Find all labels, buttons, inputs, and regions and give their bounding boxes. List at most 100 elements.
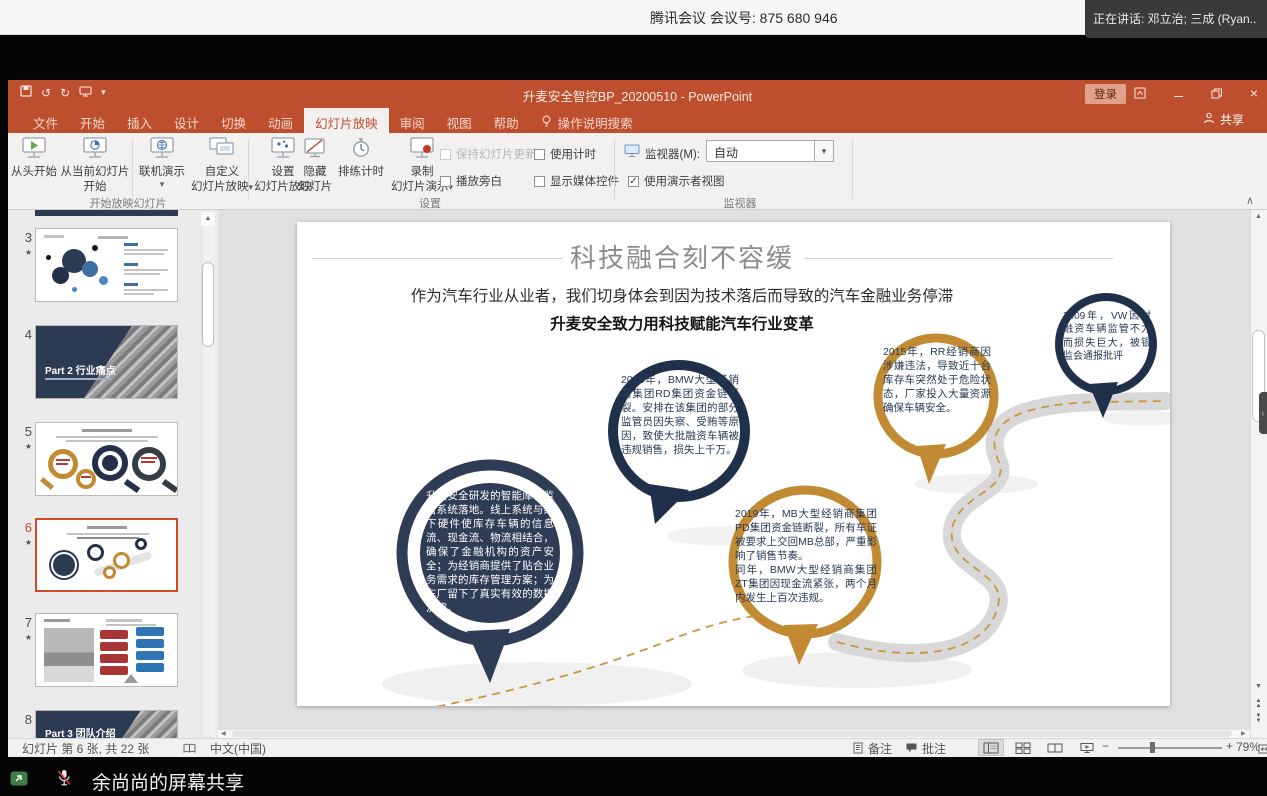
thumbnail-slide-3[interactable]: [35, 228, 178, 302]
slide-number: 6: [14, 520, 32, 535]
panel-scroll-up-icon[interactable]: ▲: [201, 212, 215, 226]
tab-animations[interactable]: 动画: [257, 108, 304, 136]
bubble-main-text: 升麦安全研发的智能库存监管系统落地。线上系统与线下硬件使库存车辆的信息流、现金流…: [426, 490, 554, 616]
checkbox-show-media-controls[interactable]: 显示媒体控件: [534, 173, 619, 189]
zoom-slider[interactable]: [1118, 747, 1222, 749]
notes-button[interactable]: 备注: [868, 740, 892, 757]
thumbnail-slide-8[interactable]: Part 3 团队介绍: [35, 710, 178, 738]
checkbox-keep-slides-updated[interactable]: 保持幻灯片更新: [440, 146, 537, 162]
login-button[interactable]: 登录: [1085, 84, 1126, 104]
screen-share-icon: [10, 771, 28, 791]
scroll-right-icon[interactable]: ▶: [1241, 730, 1246, 737]
checkbox-icon: [534, 149, 545, 160]
rehearse-timings-button[interactable]: 排练计时: [334, 136, 388, 180]
fit-to-window-icon[interactable]: [1258, 741, 1267, 759]
bubble-2019-text: 2019年，MB大型经销商集团PD集团资金链断裂，所有车证被要求上交回MB总部，…: [735, 508, 877, 606]
monitor-select[interactable]: 自动 ▾: [706, 140, 834, 162]
tab-home[interactable]: 开始: [69, 108, 116, 136]
animation-star-icon: ★: [14, 633, 32, 642]
custom-slideshow-button[interactable]: 自定义 幻灯片放映▾: [188, 136, 256, 194]
meeting-title: 腾讯会议 会议号: 875 680 946: [650, 8, 838, 28]
reading-view-button[interactable]: [1042, 739, 1068, 756]
meeting-top-bar: [0, 0, 1267, 35]
microphone-muted-icon: [56, 769, 72, 792]
proofing-status-icon[interactable]: [183, 741, 196, 759]
checkbox-use-presenter-view[interactable]: ✓ 使用演示者视图: [628, 173, 725, 189]
slide-number: 4: [14, 327, 32, 342]
tab-help[interactable]: 帮助: [483, 108, 530, 136]
normal-view-button[interactable]: [978, 739, 1004, 756]
minimize-button[interactable]: [1168, 84, 1188, 102]
previous-slide-button[interactable]: ▲▲: [1252, 699, 1265, 709]
share-button[interactable]: 共享: [1203, 111, 1244, 128]
notes-icon: [852, 741, 864, 759]
meeting-panel-handle[interactable]: ‹: [1259, 392, 1267, 434]
checkbox-icon: [440, 149, 451, 160]
slide-number: 3: [14, 230, 32, 245]
current-slide[interactable]: 科技融合刻不容缓 作为汽车行业从业者，我们切身体会到因为技术落后而导致的汽车金融…: [297, 222, 1170, 706]
window-title: 升麦安全智控BP_20200510 - PowerPoint: [8, 86, 1267, 105]
active-speaker-status: 正在讲话: 邓立治; 三成 (Ryan..: [1085, 0, 1267, 38]
slide-number: 8: [14, 712, 32, 727]
tab-transitions[interactable]: 切换: [210, 108, 257, 136]
monitor-icon: [624, 144, 641, 163]
checkbox-checked-icon: ✓: [628, 176, 639, 187]
lightbulb-icon: [541, 115, 552, 131]
thumbnail-slide-6-current[interactable]: [35, 518, 178, 592]
checkbox-icon: [440, 176, 451, 187]
play-from-start-icon: [8, 136, 60, 164]
dropdown-caret-icon: ▾: [136, 180, 188, 188]
ribbon-display-options-button[interactable]: [1130, 84, 1150, 102]
scroll-down-icon[interactable]: ▼: [1252, 683, 1265, 690]
monitor-label: 监视器(M):: [645, 146, 700, 162]
tab-file[interactable]: 文件: [22, 108, 69, 136]
monitor-select-value: 自动: [714, 144, 738, 161]
slide-thumbnail-panel: 3 ★ 4 5 ★ 6 ★ 7 ★ 8: [8, 210, 218, 738]
tab-design[interactable]: 设计: [163, 108, 210, 136]
tab-insert[interactable]: 插入: [116, 108, 163, 136]
slide-sorter-view-button[interactable]: [1010, 739, 1036, 756]
hide-slide-icon: [293, 136, 337, 164]
scroll-left-icon[interactable]: ◀: [221, 730, 226, 737]
zoom-out-button[interactable]: −: [1102, 739, 1109, 753]
next-slide-button[interactable]: ▼▼: [1252, 714, 1265, 724]
tab-slideshow[interactable]: 幻灯片放映: [304, 108, 389, 136]
custom-slideshow-icon: [188, 136, 256, 164]
from-beginning-button[interactable]: 从头开始: [8, 136, 60, 180]
horizontal-scrollbar-thumb[interactable]: [232, 731, 1232, 737]
thumbnail-slide-4[interactable]: Part 2 行业痛点: [35, 325, 178, 399]
hide-slide-button[interactable]: 隐藏 幻灯片: [293, 136, 337, 194]
bubble-2009-text: 2009年，VW因对融资车辆监管不力而损失巨大，被银监会通报批评: [1063, 310, 1151, 363]
comments-button[interactable]: 批注: [922, 740, 946, 757]
animation-star-icon: ★: [14, 538, 32, 547]
present-online-button[interactable]: 联机演示 ▾: [136, 136, 188, 188]
thumbnail-slide-7[interactable]: [35, 613, 178, 687]
collapse-ribbon-button[interactable]: ∧: [1246, 194, 1254, 207]
panel-scrollbar-thumb[interactable]: [202, 262, 214, 347]
checkbox-use-timings[interactable]: 使用计时: [534, 146, 596, 162]
tab-review[interactable]: 审阅: [389, 108, 436, 136]
tab-view[interactable]: 视图: [436, 108, 483, 136]
zoom-slider-thumb[interactable]: [1150, 742, 1155, 753]
vertical-scrollbar[interactable]: [1250, 210, 1267, 738]
zoom-level[interactable]: 79%: [1236, 740, 1260, 754]
zoom-in-button[interactable]: +: [1226, 739, 1233, 753]
menu-tabs: 文件 开始 插入 设计 切换 动画 幻灯片放映 审阅 视图 帮助 操作说明搜索: [22, 108, 644, 136]
chevron-down-icon[interactable]: ▾: [814, 141, 833, 161]
close-button[interactable]: ×: [1244, 84, 1264, 102]
slideshow-view-button[interactable]: [1074, 739, 1100, 756]
language-status[interactable]: 中文(中国): [210, 740, 266, 757]
animation-star-icon: ★: [14, 442, 32, 451]
play-from-current-icon: [60, 136, 130, 164]
checkbox-play-narrations[interactable]: 播放旁白: [440, 173, 502, 189]
screen: 腾讯会议 会议号: 875 680 946 正在讲话: 邓立治; 三成 (Rya…: [0, 0, 1267, 796]
tell-me-search[interactable]: 操作说明搜索: [530, 108, 644, 136]
scroll-up-icon[interactable]: ▲: [1252, 213, 1265, 220]
slide-count-status: 幻灯片 第 6 张, 共 22 张: [22, 740, 149, 757]
thumbnail-slide-5[interactable]: [35, 422, 178, 496]
present-online-icon: [136, 136, 188, 164]
thumbnail-slide2-edge[interactable]: [35, 210, 178, 216]
from-current-slide-button[interactable]: 从当前幻灯片 开始: [60, 136, 130, 194]
screen-share-label: 余尚尚的屏幕共享: [92, 768, 244, 795]
restore-button[interactable]: [1206, 84, 1226, 102]
